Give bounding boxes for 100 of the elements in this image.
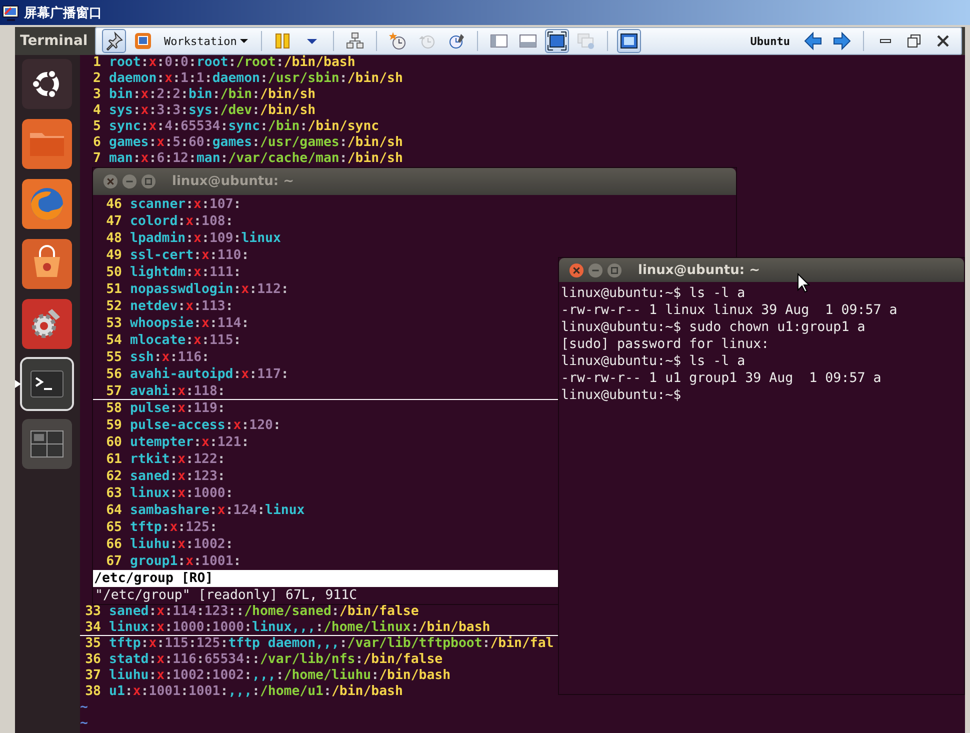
terminal-line: linux@ubuntu:~$ — [560, 387, 682, 404]
line-number: 64 — [105, 502, 123, 519]
folder-icon — [22, 119, 72, 169]
maximize-button[interactable] — [607, 262, 622, 278]
code-line: games:x:5:60:games:/usr/games:/bin/sh — [109, 135, 403, 151]
line-number: 2 — [92, 71, 102, 87]
network-icon — [344, 31, 365, 51]
code-line: linux:x:1000: — [130, 485, 234, 502]
app-title: Terminal — [19, 33, 89, 49]
line-number: 47 — [105, 213, 123, 230]
line-number: 61 — [105, 451, 123, 468]
line-number: 38 — [84, 684, 102, 700]
forward-arrow-icon — [832, 31, 852, 51]
line-number: 53 — [105, 315, 123, 332]
launcher-button[interactable] — [22, 238, 74, 290]
windows-icon — [576, 31, 596, 51]
shopping-bag-icon — [22, 239, 72, 289]
close-button[interactable] — [103, 174, 118, 189]
line-number: 60 — [105, 434, 123, 451]
code-line: colord:x:108: — [130, 213, 234, 230]
globe-icon — [22, 179, 72, 229]
code-line: mlocate:x:115: — [130, 332, 242, 349]
clock-icon — [388, 31, 408, 51]
terminal-line: linux@ubuntu:~$ ls -l a — [560, 353, 746, 370]
code-line: u1:x:1001:1001:,,,:/home/u1:/bin/bash — [109, 684, 403, 700]
code-line: utempter:x:121: — [130, 434, 250, 451]
line-number: 62 — [105, 468, 123, 485]
code-line: saned:x:114:123::/home/saned:/bin/false — [109, 604, 419, 620]
line-number: 7 — [92, 151, 102, 167]
workspaces-icon — [22, 419, 72, 469]
line-number: 63 — [105, 485, 123, 502]
line-number: 6 — [92, 135, 102, 151]
monitor-icon — [2, 4, 20, 20]
code-line: group1:x:1001: — [130, 553, 242, 570]
launcher-button[interactable] — [22, 178, 74, 230]
line-number: 66 — [105, 536, 123, 553]
empty-line-marker: ~ — [80, 700, 88, 715]
code-line: bin:x:2:2:bin:/bin:/bin/sh — [109, 87, 316, 103]
back-arrow-icon — [803, 31, 823, 51]
code-line: sync:x:4:65534:sync:/bin:/bin/sync — [109, 119, 380, 135]
terminal-line: -rw-rw-r-- 1 linux linux 39 Aug 1 09:57 a — [560, 302, 898, 319]
close-button[interactable] — [569, 262, 584, 278]
terminal-line: linux@ubuntu:~$ ls -l a — [560, 285, 746, 302]
line-number: 34 — [84, 620, 102, 636]
code-line: tftp:x:115:125:tftp daemon,,,:/var/lib/tftpboot:/bin/fal — [109, 636, 554, 652]
code-line: pulse:x:119: — [130, 400, 226, 417]
line-number: 49 — [105, 247, 123, 264]
line-number: 65 — [105, 519, 123, 536]
code-line: saned:x:123: — [130, 468, 226, 485]
code-line: man:x:6:12:man:/var/cache/man:/bin/sh — [109, 151, 403, 167]
code-line: ssl-cert:x:110: — [130, 247, 250, 264]
toolbar-button[interactable] — [102, 29, 126, 53]
window-title: linux@ubuntu: ~ — [638, 262, 760, 278]
caret-icon — [240, 38, 248, 44]
code-line: tftp:x:125: — [130, 519, 218, 536]
pin-icon — [104, 31, 124, 51]
minimize-button[interactable] — [122, 174, 137, 189]
minimize-icon — [880, 39, 890, 43]
line-number: 56 — [105, 366, 123, 383]
line-number: 36 — [84, 652, 102, 668]
code-line: scanner:x:107: — [130, 196, 242, 213]
code-line: statd:x:116:65534::/var/lib/nfs:/bin/false — [109, 652, 443, 668]
code-line: nopasswdlogin:x:112: — [130, 281, 289, 298]
window-title: linux@ubuntu: ~ — [172, 174, 294, 189]
code-line: sambashare:x:124:linux — [130, 502, 305, 519]
line-number: 57 — [105, 383, 123, 400]
launcher-button[interactable] — [22, 58, 74, 110]
launcher-button[interactable] — [22, 298, 74, 350]
status-message: "/etc/group" [readonly] 67L, 911C — [94, 587, 358, 604]
window-title: 屏幕广播窗口 — [24, 4, 102, 22]
code-line: liuhu:x:1002:1002:,,,:/home/liuhu:/bin/bash — [109, 668, 451, 684]
code-line: lightdm:x:111: — [130, 264, 242, 281]
launcher-button[interactable] — [22, 118, 74, 170]
line-number: 55 — [105, 349, 123, 366]
ubuntu-logo-icon — [22, 59, 72, 109]
code-line: pulse-access:x:120: — [130, 417, 281, 434]
vm-tab-label: Ubuntu — [750, 34, 790, 48]
mouse-pointer-icon — [797, 273, 810, 293]
maximize-button[interactable] — [141, 174, 156, 189]
line-number: 50 — [105, 264, 123, 281]
terminal-icon — [22, 359, 72, 409]
minimize-button[interactable] — [588, 262, 603, 278]
vm-icon — [133, 31, 153, 51]
vm-menu[interactable]: Workstation — [160, 34, 252, 48]
line-number: 54 — [105, 332, 123, 349]
line-number: 3 — [92, 87, 102, 103]
line-number: 4 — [92, 103, 102, 119]
terminal-line: linux@ubuntu:~$ sudo chown u1:group1 a — [560, 319, 866, 336]
code-line: sys:x:3:3:sys:/dev:/bin/sh — [109, 103, 316, 119]
code-line: linux:x:1000:1000:linux,,,:/home/linux:/bin/bash — [109, 620, 490, 636]
code-line: root:x:0:0:root:/root:/bin/bash — [109, 55, 356, 71]
toolbar-button[interactable] — [616, 29, 641, 53]
line-number: 46 — [105, 196, 123, 213]
line-number: 35 — [84, 636, 102, 652]
code-line: lpadmin:x:109:linux — [130, 230, 281, 247]
line-number: 48 — [105, 230, 123, 247]
line-number: 5 — [92, 119, 102, 135]
toolbar-button[interactable] — [544, 29, 569, 53]
code-line: rtkit:x:122: — [130, 451, 226, 468]
line-number: 59 — [105, 417, 123, 434]
